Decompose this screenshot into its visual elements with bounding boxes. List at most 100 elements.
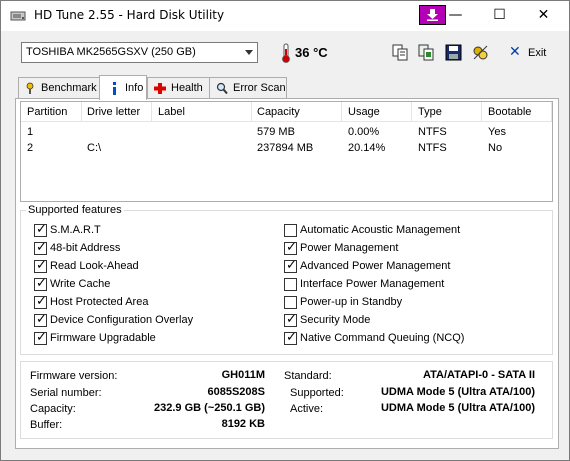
checkmark-icon: ✓: [36, 294, 47, 309]
checkmark-icon: ✓: [36, 312, 47, 327]
feature-label: Host Protected Area: [50, 296, 149, 308]
serial-value: 6085S208S: [207, 386, 266, 398]
feature-label: Read Look-Ahead: [50, 260, 139, 272]
title-bar[interactable]: HD Tune 2.55 - Hard Disk Utility — ☐ ✕: [1, 1, 569, 31]
table-row[interactable]: 2 C:\ 237894 MB 20.14% NTFS No: [21, 140, 552, 156]
checkmark-icon: ✓: [286, 330, 297, 345]
checkbox[interactable]: ✓: [34, 276, 47, 291]
feature-label: Interface Power Management: [300, 278, 445, 290]
buffer-value: 8192 KB: [221, 418, 265, 430]
table-cell: NTFS: [418, 126, 447, 138]
feature-label: Advanced Power Management: [300, 260, 451, 272]
table-cell: No: [488, 142, 503, 154]
supported-value: UDMA Mode 5 (Ultra ATA/100): [380, 386, 535, 398]
exit-icon: ✕: [509, 43, 521, 59]
close-button[interactable]: ✕: [521, 1, 566, 31]
active-label: Active:: [290, 403, 324, 415]
save-icon[interactable]: [444, 43, 463, 62]
magnifier-icon: [216, 82, 228, 95]
checkmark-icon: ✓: [286, 240, 297, 255]
checkmark-icon: ✓: [36, 240, 47, 255]
checkbox[interactable]: ✓: [284, 330, 297, 345]
tab-error-scan-label: Error Scan: [233, 82, 286, 94]
checkbox[interactable]: ✓: [34, 330, 47, 345]
capacity-label: Capacity:: [30, 403, 76, 415]
checkbox[interactable]: ✓: [34, 240, 47, 255]
supported-label: Supported:: [290, 387, 344, 399]
standard-label: Standard:: [284, 370, 332, 382]
checkbox[interactable]: ✓: [34, 258, 47, 273]
checkbox[interactable]: ✓: [34, 312, 47, 327]
feature-label: Native Command Queuing (NCQ): [300, 332, 465, 344]
supported-features-title: Supported features: [26, 204, 124, 216]
table-cell: NTFS: [418, 142, 447, 154]
checkbox[interactable]: [284, 224, 297, 237]
tab-benchmark[interactable]: Benchmark: [18, 77, 100, 99]
table-cell: 20.14%: [348, 142, 386, 154]
column-header[interactable]: Partition: [27, 106, 67, 118]
checkbox[interactable]: [284, 296, 297, 309]
column-header[interactable]: Bootable: [488, 106, 531, 118]
column-header[interactable]: Type: [418, 106, 442, 118]
tab-health-label: Health: [171, 82, 203, 94]
feature-label: Automatic Acoustic Management: [300, 224, 461, 236]
drive-select[interactable]: TOSHIBA MK2565GSXV (250 GB): [21, 42, 258, 63]
checkbox[interactable]: ✓: [34, 222, 47, 237]
checkmark-icon: ✓: [36, 276, 47, 291]
benchmark-icon: [26, 82, 34, 94]
feature-label: Power Management: [300, 242, 399, 254]
tab-info-label: Info: [125, 82, 144, 94]
feature-label: Device Configuration Overlay: [50, 314, 194, 326]
checkbox[interactable]: [284, 278, 297, 291]
checkmark-icon: ✓: [36, 258, 47, 273]
table-cell: 2: [27, 142, 34, 154]
checkmark-icon: ✓: [286, 312, 297, 327]
copy-icon[interactable]: [391, 43, 410, 62]
partition-list[interactable]: Partition Drive letter Label Capacity Us…: [20, 101, 553, 202]
serial-label: Serial number:: [30, 387, 102, 399]
info-icon: [113, 82, 116, 95]
tab-error-scan[interactable]: Error Scan: [209, 77, 287, 99]
checkbox[interactable]: ✓: [34, 294, 47, 309]
table-cell: 237894 MB: [257, 142, 314, 154]
tab-health[interactable]: Health: [147, 77, 210, 99]
thermometer-icon: [282, 43, 290, 63]
exit-button[interactable]: Exit: [528, 47, 546, 59]
column-header[interactable]: Usage: [348, 106, 380, 118]
checkbox[interactable]: ✓: [284, 240, 297, 255]
app-window: HD Tune 2.55 - Hard Disk Utility — ☐ ✕ T…: [0, 0, 570, 461]
drive-select-value: TOSHIBA MK2565GSXV (250 GB): [26, 46, 196, 58]
hard-disk-icon: [10, 11, 26, 21]
table-cell: Yes: [488, 126, 506, 138]
health-cross-icon: [154, 83, 166, 94]
active-value: UDMA Mode 5 (Ultra ATA/100): [380, 402, 535, 414]
capacity-value: 232.9 GB (~250.1 GB): [154, 402, 265, 414]
table-row[interactable]: 1 579 MB 0.00% NTFS Yes: [21, 124, 552, 140]
column-header[interactable]: Capacity: [257, 106, 300, 118]
tab-info[interactable]: Info: [99, 75, 147, 100]
checkbox[interactable]: ✓: [284, 312, 297, 327]
column-header[interactable]: Label: [158, 106, 185, 118]
tab-benchmark-label: Benchmark: [41, 82, 97, 94]
checkbox[interactable]: ✓: [284, 258, 297, 273]
table-cell: C:\: [87, 142, 102, 154]
standard-value: ATA/ATAPI-0 - SATA II: [422, 369, 535, 381]
feature-label: 48-bit Address: [50, 242, 121, 254]
temperature-readout: 36 °C: [295, 45, 328, 60]
chevron-down-icon: [245, 50, 253, 55]
column-header[interactable]: Drive letter: [87, 106, 140, 118]
table-cell: 579 MB: [257, 126, 295, 138]
table-cell: 0.00%: [348, 126, 380, 138]
checkmark-icon: ✓: [36, 222, 47, 237]
checkmark-icon: ✓: [36, 330, 47, 345]
window-title: HD Tune 2.55 - Hard Disk Utility: [34, 8, 225, 22]
copy-all-icon[interactable]: [417, 43, 436, 62]
checkmark-icon: ✓: [286, 258, 297, 273]
feature-label: Firmware Upgradable: [50, 332, 156, 344]
minimize-button[interactable]: —: [433, 1, 478, 31]
feature-label: Write Cache: [50, 278, 111, 290]
feature-label: S.M.A.R.T: [50, 224, 101, 236]
maximize-button[interactable]: ☐: [477, 1, 522, 31]
options-icon[interactable]: [471, 43, 490, 62]
firmware-value: GH011M: [221, 369, 265, 381]
